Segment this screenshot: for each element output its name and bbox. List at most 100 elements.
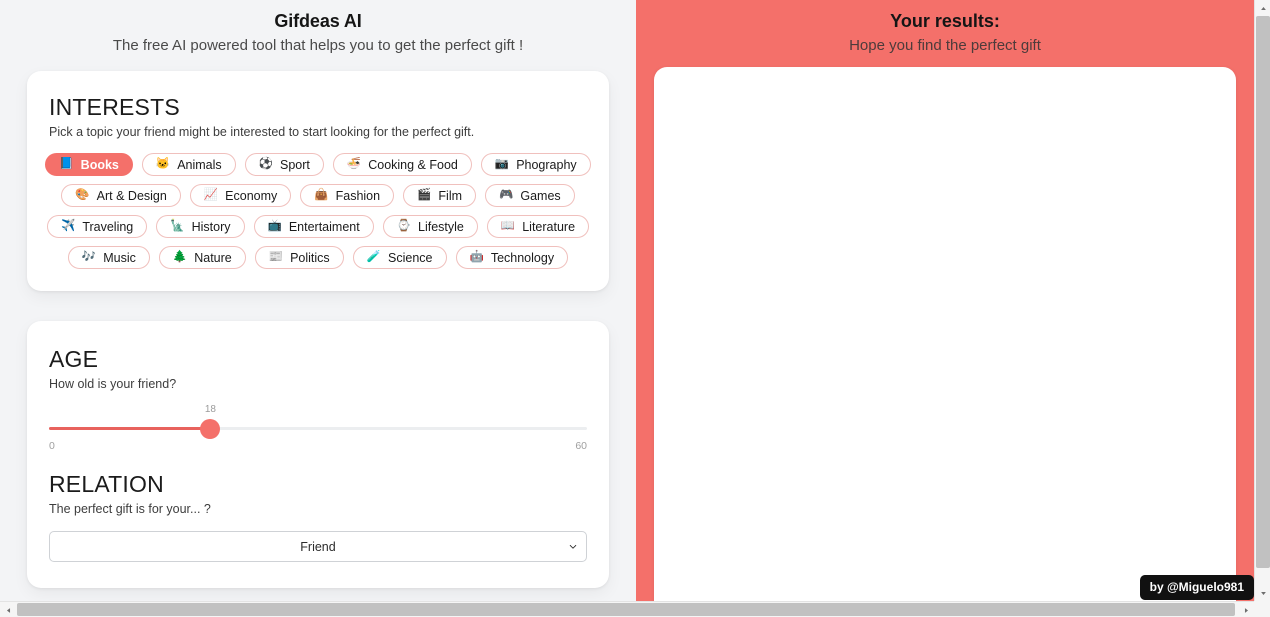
interest-tag-film[interactable]: 🎬 Film: [403, 184, 477, 207]
preferences-card: AGE How old is your friend? 18 0 60 RELA…: [27, 321, 609, 588]
age-section: AGE How old is your friend? 18 0 60: [49, 345, 587, 460]
newspaper-icon: 📰: [268, 250, 284, 263]
interest-tag-fashion[interactable]: 👜 Fashion: [300, 184, 395, 207]
interest-tag-label: Fashion: [335, 188, 381, 203]
chevron-down-icon: [569, 544, 577, 549]
test-tube-icon: 🧪: [366, 250, 382, 263]
interest-tag-row: 📘 Books 🐱 Animals ⚽ Sport 🍜 Cooking & Fo…: [45, 153, 591, 176]
horizontal-scrollbar[interactable]: [0, 601, 1270, 617]
interest-tag-row: ✈️ Traveling 🗽 History 📺 Entertaiment ⌚ …: [46, 215, 590, 238]
interests-subtitle: Pick a topic your friend might be intere…: [49, 125, 475, 139]
interest-tag-label: History: [191, 219, 231, 234]
scroll-right-arrow-icon[interactable]: [1238, 602, 1254, 617]
video-game-controller-icon: 🎮: [499, 188, 514, 201]
interest-tag-technology[interactable]: 🤖 Technology: [455, 246, 569, 269]
interest-tag-label: Science: [388, 250, 433, 265]
configuration-pane: Gifdeas AI The free AI powered tool that…: [0, 0, 636, 601]
age-title: AGE: [49, 346, 99, 372]
age-slider[interactable]: 18 0 60: [49, 404, 587, 460]
interest-tag-science[interactable]: 🧪 Science: [352, 246, 447, 269]
interest-tag-politics[interactable]: 📰 Politics: [254, 246, 344, 269]
books-icon: 📘: [59, 157, 74, 170]
robot-icon: 🤖: [469, 250, 484, 263]
interest-tag-label: Books: [80, 157, 119, 172]
television-icon: 📺: [267, 219, 282, 232]
results-title: Your results:: [890, 11, 1000, 31]
relation-select-value: Friend: [300, 539, 336, 554]
app-subtitle: The free AI powered tool that helps you …: [112, 37, 524, 54]
scrollbar-corner: [1254, 601, 1270, 617]
interest-tag-label: Film: [438, 188, 463, 203]
vertical-scrollbar-thumb[interactable]: [1256, 16, 1270, 568]
interest-tag-label: Animals: [177, 157, 222, 172]
interest-tag-music[interactable]: 🎶 Music: [67, 246, 150, 269]
interests-card: INTERESTS Pick a topic your friend might…: [27, 71, 609, 291]
interest-tag-label: Lifestyle: [418, 219, 464, 234]
app-title: Gifdeas AI: [274, 11, 362, 31]
musical-notes-icon: 🎶: [81, 250, 97, 263]
interest-tag-art-and-design[interactable]: 🎨 Art & Design: [61, 184, 181, 207]
interest-tag-label: Cooking & Food: [368, 157, 458, 172]
interest-tag-grid: 📘 Books 🐱 Animals ⚽ Sport 🍜 Cooking & Fo…: [45, 153, 591, 269]
interest-tag-label: Nature: [194, 250, 232, 265]
clapper-board-icon: 🎬: [417, 188, 432, 201]
age-slider-thumb[interactable]: [200, 419, 221, 439]
vertical-scrollbar[interactable]: [1254, 0, 1270, 601]
results-pane: Your results: Hope you find the perfect …: [636, 0, 1254, 601]
interest-tag-label: Politics: [290, 250, 330, 265]
interest-tag-entertaiment[interactable]: 📺 Entertaiment: [253, 215, 374, 238]
age-slider-value: 18: [204, 404, 216, 415]
camera-icon: 📷: [494, 157, 510, 170]
interest-tag-games[interactable]: 🎮 Games: [485, 184, 575, 207]
interest-tag-row: 🎶 Music 🌲 Nature 📰 Politics 🧪 Science 🤖 …: [49, 246, 587, 269]
interest-tag-label: Games: [520, 188, 561, 203]
interest-tag-books[interactable]: 📘 Books: [45, 153, 133, 176]
results-subtitle: Hope you find the perfect gift: [849, 37, 1041, 54]
interest-tag-label: Entertaiment: [288, 219, 360, 234]
relation-select[interactable]: Friend: [49, 531, 587, 562]
results-list-container: [654, 67, 1236, 601]
app-header: Gifdeas AI The free AI powered tool that…: [27, 0, 609, 58]
interest-tag-row: 🎨 Art & Design 📈 Economy 👜 Fashion 🎬 Fil…: [49, 184, 587, 207]
age-slider-min-label: 0: [49, 440, 55, 452]
interest-tag-cooking-and-food[interactable]: 🍜 Cooking & Food: [332, 153, 472, 176]
relation-title: RELATION: [49, 471, 164, 497]
interest-tag-label: Economy: [225, 188, 278, 203]
airplane-icon: ✈️: [60, 219, 76, 232]
artist-palette-icon: 🎨: [75, 188, 90, 201]
age-slider-fill: [49, 427, 211, 430]
handbag-icon: 👜: [314, 188, 329, 201]
cat-face-icon: 🐱: [155, 157, 171, 170]
relation-section: RELATION The perfect gift is for your...…: [49, 470, 587, 562]
results-header: Your results: Hope you find the perfect …: [654, 0, 1236, 58]
interest-tag-label: Literature: [522, 219, 576, 234]
evergreen-tree-icon: 🌲: [172, 250, 188, 263]
watch-icon: ⌚: [396, 219, 412, 232]
scroll-up-arrow-icon[interactable]: [1255, 0, 1270, 16]
scroll-down-arrow-icon[interactable]: [1255, 585, 1270, 601]
interest-tag-history[interactable]: 🗽 History: [156, 215, 245, 238]
interest-tag-nature[interactable]: 🌲 Nature: [158, 246, 246, 269]
app-root: Gifdeas AI The free AI powered tool that…: [0, 0, 1270, 617]
horizontal-scrollbar-thumb[interactable]: [17, 603, 1235, 616]
interest-tag-label: Technology: [490, 250, 555, 265]
interest-tag-traveling[interactable]: ✈️ Traveling: [46, 215, 148, 238]
interest-tag-label: Sport: [280, 157, 310, 172]
interest-tag-label: Art & Design: [96, 188, 167, 203]
age-slider-max-label: 60: [575, 440, 587, 452]
interest-tag-economy[interactable]: 📈 Economy: [189, 184, 292, 207]
open-book-icon: 📖: [500, 219, 516, 232]
interests-title: INTERESTS: [49, 94, 180, 120]
interest-tag-label: Traveling: [82, 219, 134, 234]
interest-tag-label: Music: [103, 250, 136, 265]
scroll-left-arrow-icon[interactable]: [0, 602, 16, 617]
interest-tag-animals[interactable]: 🐱 Animals: [141, 153, 236, 176]
interest-tag-sport[interactable]: ⚽ Sport: [244, 153, 324, 176]
interest-tag-phography[interactable]: 📷 Phography: [480, 153, 591, 176]
age-subtitle: How old is your friend?: [49, 377, 177, 391]
soccer-ball-icon: ⚽: [258, 157, 273, 170]
interest-tag-lifestyle[interactable]: ⌚ Lifestyle: [382, 215, 478, 238]
interest-tag-literature[interactable]: 📖 Literature: [486, 215, 590, 238]
author-credit-badge[interactable]: by @Miguelo981: [1139, 575, 1254, 600]
interest-tag-label: Phography: [516, 157, 577, 172]
